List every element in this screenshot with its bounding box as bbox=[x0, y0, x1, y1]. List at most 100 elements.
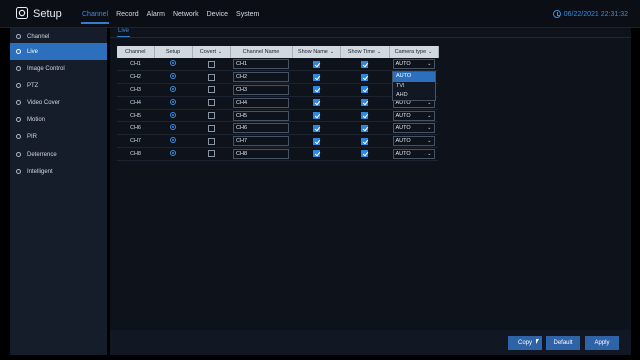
show-name-checkbox[interactable] bbox=[312, 124, 320, 132]
nav-channel[interactable]: Channel bbox=[78, 9, 112, 24]
channel-name-input[interactable]: CH6 bbox=[233, 123, 289, 134]
sidebar-item-deterrence[interactable]: Deterrence bbox=[10, 146, 107, 163]
sidebar-item-live[interactable]: Live bbox=[10, 43, 107, 60]
nav-system[interactable]: System bbox=[232, 9, 263, 20]
dropdown-option-tvi[interactable]: TVI bbox=[393, 82, 435, 92]
covert-checkbox[interactable] bbox=[207, 86, 215, 94]
channel-name-input[interactable]: CH1 bbox=[233, 59, 289, 70]
pir-icon bbox=[16, 134, 21, 139]
tab-live[interactable]: Live bbox=[115, 26, 132, 37]
col-header-camera-type[interactable]: Camera type ⌄ bbox=[389, 46, 439, 58]
channel-cell: CH7 bbox=[117, 134, 154, 149]
mouse-cursor-icon bbox=[536, 339, 539, 344]
show-time-checkbox[interactable] bbox=[361, 112, 368, 120]
covert-checkbox[interactable] bbox=[207, 150, 215, 158]
table-row: CH5 CH5 AUTO ⌄ bbox=[117, 109, 438, 123]
setup-icon[interactable] bbox=[170, 60, 176, 67]
chevron-down-icon: ⌄ bbox=[427, 125, 432, 132]
main-nav: Channel Record Alarm Network Device Syst… bbox=[78, 9, 263, 24]
sidebar-item-intelligent[interactable]: Intelligent bbox=[10, 163, 107, 180]
show-name-checkbox[interactable] bbox=[312, 137, 320, 145]
setup-icon[interactable] bbox=[170, 149, 176, 156]
chevron-down-icon: ⌄ bbox=[427, 138, 432, 145]
dropdown-option-auto[interactable]: AUTO bbox=[393, 72, 435, 82]
setup-icon[interactable] bbox=[170, 73, 176, 80]
setup-icon[interactable] bbox=[170, 85, 176, 92]
show-time-checkbox[interactable] bbox=[361, 137, 368, 145]
table-row: CH8 CH8 AUTO ⌄ bbox=[117, 147, 438, 161]
apply-button[interactable]: Apply bbox=[585, 336, 619, 350]
datetime-text: 06/22/2021 22:31:32 bbox=[563, 10, 628, 18]
show-name-checkbox[interactable] bbox=[312, 86, 320, 94]
sidebar-item-label: Image Control bbox=[27, 65, 65, 72]
sidebar-item-label: Intelligent bbox=[27, 168, 53, 175]
default-button[interactable]: Default bbox=[546, 336, 580, 350]
deterrence-icon bbox=[16, 152, 21, 157]
show-time-checkbox[interactable] bbox=[361, 60, 368, 68]
channel-name-input[interactable]: CH5 bbox=[233, 110, 289, 121]
table-row: CH4 CH4 AUTO ⌄ bbox=[117, 96, 438, 110]
col-header-show-name[interactable]: Show Name ⌄ bbox=[292, 46, 341, 58]
covert-checkbox[interactable] bbox=[207, 137, 215, 145]
camera-type-select[interactable]: AUTO⌄ bbox=[392, 148, 435, 159]
show-name-checkbox[interactable] bbox=[312, 73, 320, 81]
show-name-checkbox[interactable] bbox=[312, 112, 320, 120]
setup-icon[interactable] bbox=[170, 98, 176, 105]
sidebar-item-motion[interactable]: Motion bbox=[10, 111, 107, 128]
col-header-channel-name: Channel Name bbox=[230, 46, 293, 58]
covert-checkbox[interactable] bbox=[207, 124, 215, 132]
col-header-show-time[interactable]: Show Time ⌄ bbox=[340, 46, 390, 58]
sidebar-item-label: PTZ bbox=[27, 82, 39, 89]
sidebar-item-video-cover[interactable]: Video Cover bbox=[10, 94, 107, 111]
sidebar-item-pir[interactable]: PIR bbox=[10, 128, 107, 145]
channel-live-table: Channel Setup Covert ⌄ Channel Name Show … bbox=[117, 46, 439, 161]
camera-type-select[interactable]: AUTO⌄ bbox=[392, 136, 435, 147]
ptz-icon bbox=[16, 83, 21, 88]
covert-checkbox[interactable] bbox=[207, 60, 215, 68]
setup-icon[interactable] bbox=[170, 124, 176, 131]
setup-icon[interactable] bbox=[170, 111, 176, 118]
col-header-channel: Channel bbox=[117, 46, 155, 58]
intelligent-icon bbox=[16, 169, 21, 174]
sidebar-item-image-control[interactable]: Image Control bbox=[10, 60, 107, 77]
camera-type-select[interactable]: AUTO⌄ bbox=[392, 123, 435, 134]
show-name-checkbox[interactable] bbox=[312, 99, 320, 107]
table-row: CH3 CH3 AUTO⌄ bbox=[117, 83, 438, 97]
image-control-icon bbox=[16, 66, 21, 71]
col-header-covert[interactable]: Covert ⌄ bbox=[192, 46, 231, 58]
table-row: CH6 CH6 AUTO ⌄ bbox=[117, 121, 438, 136]
channel-name-input[interactable]: CH2 bbox=[233, 72, 289, 83]
sidebar-item-label: Deterrence bbox=[27, 151, 57, 158]
covert-checkbox[interactable] bbox=[207, 99, 215, 107]
nav-record[interactable]: Record bbox=[112, 9, 143, 20]
covert-checkbox[interactable] bbox=[207, 73, 215, 81]
channel-cell: CH5 bbox=[117, 109, 154, 123]
show-time-checkbox[interactable] bbox=[361, 150, 368, 158]
camera-type-dropdown-list: AUTO TVI AHD bbox=[392, 71, 436, 101]
covert-checkbox[interactable] bbox=[207, 112, 215, 120]
sidebar-item-ptz[interactable]: PTZ bbox=[10, 77, 107, 94]
show-name-checkbox[interactable] bbox=[312, 150, 320, 158]
datetime-display: 06/22/2021 22:31:32 bbox=[552, 10, 628, 18]
show-time-checkbox[interactable] bbox=[361, 99, 368, 107]
camera-type-select[interactable]: AUTO⌄ bbox=[392, 59, 435, 70]
show-time-checkbox[interactable] bbox=[361, 73, 368, 81]
sidebar-item-label: PIR bbox=[27, 133, 38, 140]
show-time-checkbox[interactable] bbox=[361, 124, 368, 132]
show-time-checkbox[interactable] bbox=[361, 86, 368, 94]
camera-type-select[interactable]: AUTO⌄ bbox=[392, 110, 435, 121]
table-row: CH2 CH2 AUTO⌄ bbox=[117, 70, 438, 85]
chevron-down-icon: ⌄ bbox=[218, 49, 223, 55]
show-name-checkbox[interactable] bbox=[312, 60, 320, 68]
chevron-down-icon: ⌄ bbox=[427, 150, 432, 157]
nav-alarm[interactable]: Alarm bbox=[143, 9, 169, 20]
channel-cell: CH6 bbox=[117, 121, 154, 136]
nav-network[interactable]: Network bbox=[169, 9, 203, 20]
channel-name-input[interactable]: CH8 bbox=[233, 148, 289, 159]
dropdown-option-ahd[interactable]: AHD bbox=[393, 91, 435, 101]
channel-name-input[interactable]: CH3 bbox=[233, 84, 289, 95]
setup-icon[interactable] bbox=[170, 137, 176, 144]
channel-name-input[interactable]: CH7 bbox=[233, 136, 289, 147]
nav-device[interactable]: Device bbox=[203, 9, 232, 20]
channel-name-input[interactable]: CH4 bbox=[233, 97, 289, 108]
